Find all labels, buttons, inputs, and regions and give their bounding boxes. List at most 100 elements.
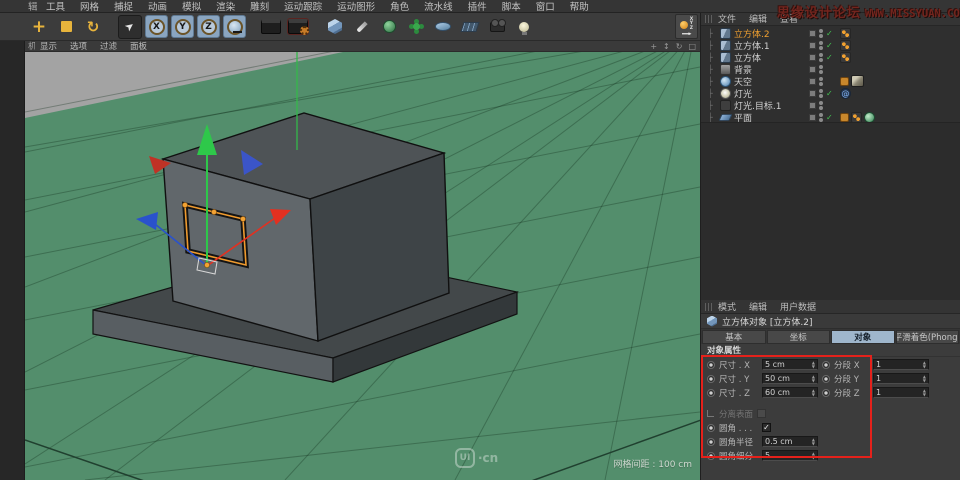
object-type-icon[interactable] xyxy=(718,114,732,121)
attribute-tab[interactable]: 坐标 xyxy=(767,330,831,344)
fillet-checkbox[interactable]: ✓ xyxy=(762,423,771,432)
viewport-control-icon[interactable]: □ xyxy=(688,42,696,51)
object-type-icon[interactable] xyxy=(720,88,731,99)
viewport-menu-item[interactable]: 选项 xyxy=(70,40,87,52)
stepper[interactable] xyxy=(812,361,815,367)
object-row[interactable]: ├ 背景 ✓ xyxy=(701,63,960,75)
stepper[interactable] xyxy=(812,438,815,444)
menu-item[interactable]: 运动图形 xyxy=(337,0,375,13)
visibility-dots[interactable] xyxy=(819,101,823,110)
object-row[interactable]: ├ 灯光 ✓ @ xyxy=(701,87,960,99)
scale-tool-icon[interactable] xyxy=(54,15,78,39)
panel-grip-icon[interactable] xyxy=(705,15,713,23)
light-button[interactable] xyxy=(512,15,536,39)
object-row[interactable]: ├ 立方体.1 ✓ xyxy=(701,39,960,51)
menu-item[interactable]: 插件 xyxy=(468,0,487,13)
stepper[interactable] xyxy=(923,361,926,367)
keyframe-radio[interactable] xyxy=(707,452,715,460)
keyframe-radio[interactable] xyxy=(822,361,830,369)
object-row[interactable]: ├ 天空 ✓ xyxy=(701,75,960,87)
render-view-button[interactable] xyxy=(259,15,283,39)
viewport-menu-item[interactable]: 面板 xyxy=(130,40,147,52)
target-tag[interactable]: @ xyxy=(840,88,851,99)
object-type-icon[interactable] xyxy=(720,40,731,51)
last-used-tool-icon[interactable]: ➤ xyxy=(118,15,142,39)
layer-chip[interactable] xyxy=(809,30,816,37)
phong-tag[interactable] xyxy=(840,28,851,39)
object-type-icon[interactable] xyxy=(720,28,731,39)
phong-tag[interactable] xyxy=(840,40,851,51)
keyframe-radio[interactable] xyxy=(822,389,830,397)
layer-chip[interactable] xyxy=(809,90,816,97)
object-manager-menu-item[interactable]: 文件 xyxy=(718,12,736,25)
attribute-tab[interactable]: 对象 xyxy=(831,330,895,344)
coordinate-system-button[interactable] xyxy=(223,15,246,38)
keyframe-radio[interactable] xyxy=(707,424,715,432)
layer-chip[interactable] xyxy=(809,66,816,73)
stepper[interactable] xyxy=(812,389,815,395)
layer-chip[interactable] xyxy=(809,102,816,109)
layer-chip[interactable] xyxy=(809,42,816,49)
visibility-dots[interactable] xyxy=(819,41,823,50)
axis-lock-button[interactable]: X xyxy=(145,15,168,38)
object-type-icon[interactable] xyxy=(720,64,731,75)
subdivision-surface-button[interactable] xyxy=(377,15,401,39)
object-row[interactable]: ├ 立方体.2 ✓ xyxy=(701,27,960,39)
value-field[interactable]: 5 cm xyxy=(762,359,818,370)
menu-item[interactable]: 运动跟踪 xyxy=(284,0,322,13)
keyframe-radio[interactable] xyxy=(707,375,715,383)
object-row[interactable]: ├ 灯光.目标.1 ✓ xyxy=(701,99,960,111)
render-picture-viewer-button[interactable] xyxy=(286,15,310,39)
keyframe-radio[interactable] xyxy=(822,375,830,383)
layer-chip[interactable] xyxy=(809,78,816,85)
camera-button[interactable] xyxy=(485,15,509,39)
menu-item[interactable]: 雕刻 xyxy=(250,0,269,13)
attribute-tab[interactable]: 基本 xyxy=(702,330,766,344)
menu-item[interactable]: 帮助 xyxy=(570,0,589,13)
ball-tag[interactable] xyxy=(864,112,875,123)
menu-item[interactable]: 动画 xyxy=(148,0,167,13)
viewport-menu-item[interactable]: 过滤 xyxy=(100,40,117,52)
stepper[interactable] xyxy=(923,375,926,381)
viewport-control-icon[interactable]: + xyxy=(650,42,657,51)
layer-chip[interactable] xyxy=(809,114,816,121)
viewport-menu-item[interactable]: 显示 xyxy=(40,40,57,52)
attribute-menu-item[interactable]: 编辑 xyxy=(749,300,767,313)
value-field[interactable]: 1 xyxy=(873,359,929,370)
menu-item-clipped[interactable]: 辑 xyxy=(28,0,37,13)
enabled-check-icon[interactable]: ✓ xyxy=(826,41,835,50)
menu-item[interactable]: 窗口 xyxy=(536,0,555,13)
viewport-canvas[interactable]: 网格间距 : 100 cm UI ·cn xyxy=(25,52,700,480)
stepper[interactable] xyxy=(923,389,926,395)
enabled-check-icon[interactable]: ✓ xyxy=(826,113,835,122)
menu-item[interactable]: 模拟 xyxy=(182,0,201,13)
viewport-control-icon[interactable]: ↕ xyxy=(663,42,670,51)
spline-pen-button[interactable] xyxy=(350,15,374,39)
object-manager-empty-area[interactable] xyxy=(701,122,960,300)
stepper[interactable] xyxy=(812,375,815,381)
value-field[interactable]: 1 xyxy=(873,373,929,384)
interface-axis-widget[interactable]: XYZ xyxy=(675,14,698,39)
enabled-check-icon[interactable]: ✓ xyxy=(826,53,835,62)
attribute-menu-item[interactable]: 模式 xyxy=(718,300,736,313)
viewport-menu-clipped[interactable]: 机 xyxy=(28,40,35,52)
environment-button[interactable] xyxy=(431,15,455,39)
rotate-tool-icon[interactable]: ↻ xyxy=(81,15,105,39)
thumb-tag[interactable] xyxy=(851,75,864,87)
visibility-dots[interactable] xyxy=(819,29,823,38)
visibility-dots[interactable] xyxy=(819,89,823,98)
viewport-control-icon[interactable]: ↻ xyxy=(676,42,683,51)
stepper[interactable] xyxy=(812,452,815,458)
phong-tag[interactable] xyxy=(851,112,862,123)
menu-item[interactable]: 工具 xyxy=(46,0,65,13)
cube-primitive-button[interactable] xyxy=(323,15,347,39)
keyframe-radio[interactable] xyxy=(707,361,715,369)
keyframe-radio[interactable] xyxy=(707,389,715,397)
axis-lock-button[interactable]: Z xyxy=(197,15,220,38)
separate-surfaces-checkbox[interactable] xyxy=(757,409,766,418)
enabled-check-icon[interactable]: ✓ xyxy=(826,89,835,98)
fillet-subdivision-field[interactable]: 5 xyxy=(762,450,818,461)
value-field[interactable]: 60 cm xyxy=(762,387,818,398)
texrect-tag[interactable] xyxy=(840,113,849,122)
phong-tag[interactable] xyxy=(840,52,851,63)
